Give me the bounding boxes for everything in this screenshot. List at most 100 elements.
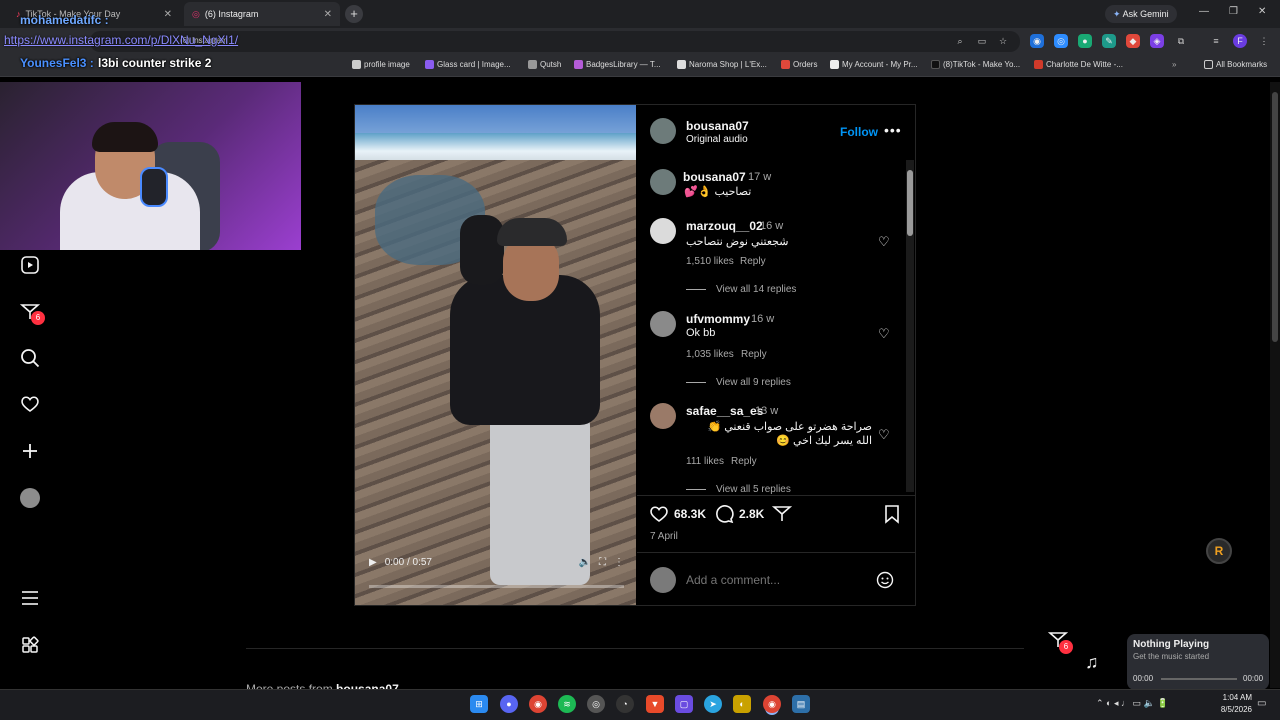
caption-avatar[interactable] (650, 169, 676, 195)
search-icon[interactable] (20, 348, 40, 368)
chrome-active-icon[interactable]: ◉ (763, 695, 781, 713)
reels-icon[interactable] (20, 255, 40, 275)
share-icon[interactable] (771, 504, 793, 529)
music-note-icon[interactable]: ♫ (1085, 652, 1099, 673)
view-replies-button[interactable]: View all 14 replies (686, 284, 796, 295)
reply-button[interactable]: Reply (741, 349, 767, 360)
volume-icon[interactable]: 🔈 (579, 557, 591, 568)
cast-icon[interactable]: ▭ (975, 34, 989, 48)
like-count[interactable]: 68.3K (674, 507, 706, 521)
follow-button[interactable]: Follow (840, 125, 878, 139)
maximize-button[interactable]: ❐ (1229, 6, 1238, 17)
fullscreen-icon[interactable]: ⛶ (599, 557, 606, 568)
notifications-icon[interactable]: ▭ (1257, 698, 1266, 709)
comment-avatar[interactable] (650, 403, 676, 429)
comment-icon[interactable] (714, 504, 734, 529)
app-icon[interactable]: ▢ (675, 695, 693, 713)
post-date[interactable]: 7 April (650, 531, 678, 542)
like-comment-icon[interactable]: ♡ (878, 326, 890, 342)
bookmark-item[interactable]: My Account - My Pr... (830, 60, 918, 69)
post-options-icon[interactable]: ••• (884, 122, 902, 138)
app-icon[interactable]: ▤ (792, 695, 810, 713)
save-bookmark-icon[interactable] (882, 504, 902, 529)
extension-icon[interactable]: ◉ (1030, 34, 1044, 48)
comment-likes[interactable]: 1,510 likes (686, 256, 734, 267)
close-tab-icon[interactable]: ✕ (324, 9, 332, 20)
reading-list-icon[interactable]: ≡ (1209, 34, 1223, 48)
video-more-icon[interactable]: ⋮ (614, 557, 624, 568)
bookmarks-overflow-icon[interactable]: » (1172, 60, 1176, 69)
bookmark-item[interactable]: profile image (352, 60, 410, 69)
comment-count[interactable]: 2.8K (739, 507, 764, 521)
comment-likes[interactable]: 111 likes (686, 456, 724, 467)
obs-icon[interactable]: ◔ (616, 695, 634, 713)
music-progress[interactable] (1161, 678, 1237, 680)
all-bookmarks-button[interactable]: All Bookmarks (1204, 60, 1267, 69)
comment-username[interactable]: safae__sa_es (686, 404, 763, 418)
comment-username[interactable]: ufvmommy (686, 312, 750, 326)
extension-floating-button[interactable]: R (1206, 538, 1232, 564)
bookmark-item[interactable]: Orders (781, 60, 817, 69)
extensions-puzzle-icon[interactable]: ⧉ (1174, 34, 1188, 48)
brave-icon[interactable]: ▼ (646, 695, 664, 713)
author-avatar[interactable] (650, 118, 676, 144)
close-window-button[interactable]: ✕ (1258, 6, 1266, 17)
emoji-icon[interactable] (876, 571, 894, 594)
like-icon[interactable] (649, 504, 669, 529)
caption-username[interactable]: bousana07 (683, 170, 746, 184)
like-comment-icon[interactable]: ♡ (878, 427, 890, 443)
clock-date[interactable]: 8/5/2026 (1204, 705, 1252, 714)
start-icon[interactable]: ⊞ (470, 695, 488, 713)
comment-username[interactable]: marzouq__02 (686, 219, 763, 233)
app-icon[interactable]: ◐ (733, 695, 751, 713)
system-tray[interactable]: ⌃ ◐ ◂ ♩ ▭ 🔈 🔋 (1096, 698, 1168, 709)
menu-kebab-icon[interactable]: ⋮ (1257, 34, 1271, 48)
app-icon[interactable]: ◎ (587, 695, 605, 713)
profile-avatar-icon[interactable]: F (1233, 34, 1247, 48)
play-icon[interactable]: ▶ (369, 557, 377, 568)
minimize-button[interactable]: — (1199, 6, 1209, 17)
bookmark-item[interactable]: (8)TikTok - Make Yo... (931, 60, 1020, 69)
reply-button[interactable]: Reply (740, 256, 766, 267)
more-menu-icon[interactable] (20, 588, 40, 608)
extension-icon[interactable]: ✎ (1102, 34, 1116, 48)
close-tab-icon[interactable]: ✕ (164, 9, 172, 20)
comments-scroll-thumb[interactable] (907, 170, 913, 236)
bookmark-item[interactable]: Qutsh (528, 60, 561, 69)
bookmark-item[interactable]: Naroma Shop | L'Ex... (677, 60, 767, 69)
chat-link[interactable]: https://www.instagram.com/p/DlXNu_NgXl1/ (4, 33, 238, 47)
discord-icon[interactable]: ● (500, 695, 518, 713)
telegram-icon[interactable]: ➤ (704, 695, 722, 713)
tab-instagram[interactable]: ◎ (6) Instagram ✕ (184, 2, 340, 26)
extension-icon[interactable]: ◈ (1150, 34, 1164, 48)
zoom-icon[interactable]: ⌕ (953, 34, 967, 48)
create-plus-icon[interactable] (20, 441, 40, 461)
reel-video[interactable]: ▶ 0:00 / 0:57 🔈 ⛶ ⋮ (355, 105, 636, 605)
comment-avatar[interactable] (650, 218, 676, 244)
ask-gemini-button[interactable]: ✦ Ask Gemini (1105, 5, 1177, 23)
profile-avatar[interactable] (20, 488, 40, 508)
also-from-meta-icon[interactable] (20, 635, 40, 655)
like-comment-icon[interactable]: ♡ (878, 234, 890, 250)
spotify-icon[interactable]: ≋ (558, 695, 576, 713)
comment-avatar[interactable] (650, 311, 676, 337)
author-username[interactable]: bousana07 (686, 119, 749, 133)
bookmark-star-icon[interactable]: ☆ (996, 34, 1010, 48)
extension-icon[interactable]: ● (1078, 34, 1092, 48)
bookmark-item[interactable]: BadgesLibrary — T... (574, 60, 661, 69)
notifications-heart-icon[interactable] (20, 394, 40, 414)
extension-icon[interactable]: ◎ (1054, 34, 1068, 48)
add-comment-input[interactable] (686, 572, 866, 588)
video-progress-bar[interactable] (369, 585, 624, 588)
reply-button[interactable]: Reply (731, 456, 757, 467)
view-replies-button[interactable]: View all 9 replies (686, 377, 791, 388)
original-audio-link[interactable]: Original audio (686, 134, 748, 145)
page-scroll-thumb[interactable] (1272, 92, 1278, 342)
comment-likes[interactable]: 1,035 likes (686, 349, 734, 360)
extension-icon[interactable]: ◆ (1126, 34, 1140, 48)
bookmark-item[interactable]: Glass card | Image... (425, 60, 511, 69)
view-replies-button[interactable]: View all 5 replies (686, 484, 791, 494)
music-widget[interactable]: Nothing Playing Get the music started 00… (1127, 634, 1269, 690)
chrome-icon[interactable]: ◉ (529, 695, 547, 713)
clock-time[interactable]: 1:04 AM (1214, 693, 1252, 702)
